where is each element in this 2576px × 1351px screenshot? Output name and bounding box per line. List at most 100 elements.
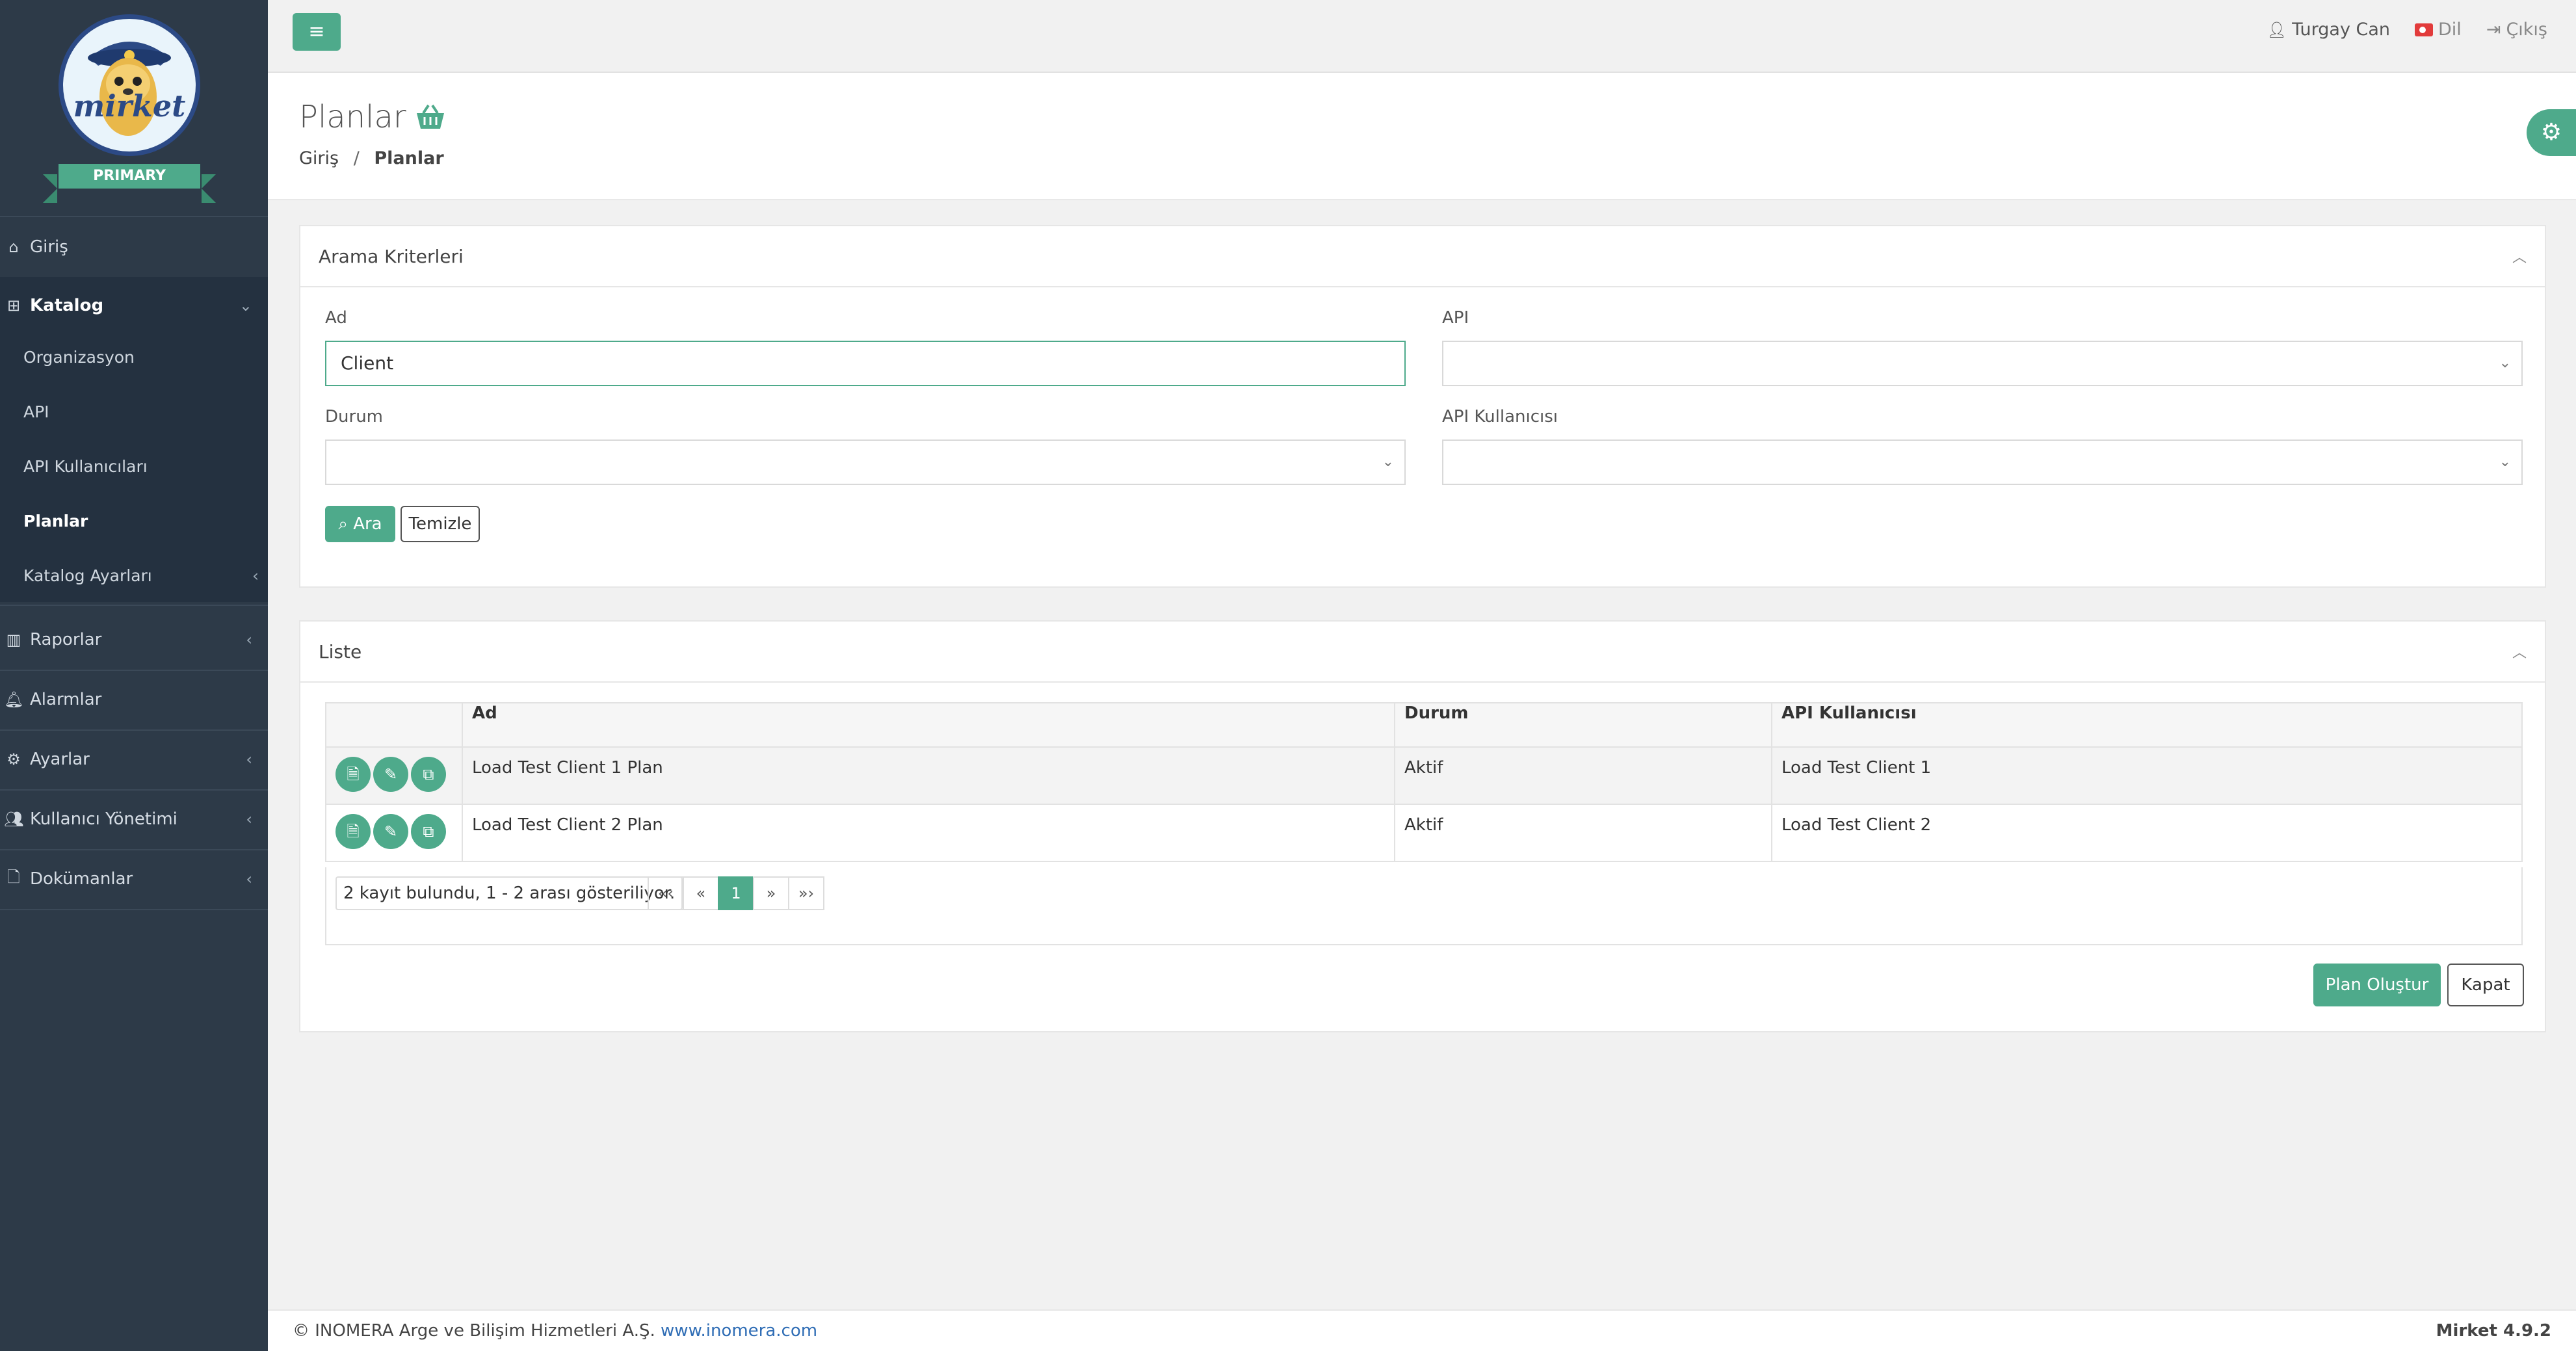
user-icon: 👤︎ — [2267, 20, 2287, 39]
sidebar-divider — [0, 729, 268, 731]
view-button[interactable]: 🗎 — [335, 814, 371, 849]
search-icon: ⌕ — [338, 514, 348, 534]
language-menu[interactable]: Dil — [2415, 20, 2462, 40]
copy-button[interactable]: ⧉ — [411, 814, 446, 849]
footer: © INOMERA Arge ve Bilişim Hizmetleri A.Ş… — [268, 1309, 2576, 1351]
gears-icon: ⚙ — [2540, 119, 2562, 146]
company-link[interactable]: www.inomera.com — [661, 1321, 817, 1341]
pager-last[interactable]: »› — [788, 876, 824, 910]
list-panel: Liste ︿ Ad Durum API Kullanıcısı 🗎 ✎ ⧉ Loa… — [299, 620, 2546, 1032]
sidebar-item-label: Kullanıcı Yönetimi — [30, 809, 177, 829]
mirket-logo[interactable]: mirket — [59, 14, 200, 156]
pagination-row: 2 kayıt bulundu, 1 - 2 arası gösteriliyo… — [325, 867, 2523, 945]
sidebar-item-label: Katalog — [30, 296, 104, 315]
chevron-down-icon: ⌄ — [1382, 454, 1394, 470]
clear-button[interactable]: Temizle — [401, 506, 480, 542]
sidebar-subitem-organizasyon[interactable]: Organizasyon — [23, 338, 135, 377]
api-select[interactable]: ⌄ — [1442, 341, 2523, 386]
footer-copyright: © INOMERA Arge ve Bilişim Hizmetleri A.Ş… — [293, 1321, 817, 1341]
ribbon-tail-left — [43, 174, 57, 203]
sidebar-subitem-katalog-ayarlari[interactable]: Katalog Ayarları ‹ — [23, 557, 259, 596]
sidebar-item-katalog[interactable]: ⊞ Katalog ⌄ — [0, 278, 268, 333]
app-version: Mirket 4.9.2 — [2436, 1321, 2551, 1341]
file-icon: 🗋 — [7, 867, 20, 886]
search-panel-header[interactable]: Arama Kriterleri ︿ — [300, 226, 2545, 287]
sidebar-divider — [0, 849, 268, 850]
sidebar-subitem-planlar[interactable]: Planlar — [23, 502, 88, 541]
api-user-select[interactable]: ⌄ — [1442, 439, 2523, 485]
api-user-label: API Kullanıcısı — [1442, 407, 1558, 426]
column-header-api-user[interactable]: API Kullanıcısı — [1771, 702, 2523, 748]
sidebar-divider — [0, 605, 268, 606]
create-plan-button[interactable]: Plan Oluştur — [2313, 964, 2441, 1006]
hamburger-icon: ≡ — [308, 20, 325, 43]
durum-label: Durum — [325, 407, 383, 426]
sidebar-item-label: Giriş — [30, 237, 68, 257]
breadcrumb-separator: / — [353, 148, 360, 168]
chevron-left-icon: ‹ — [246, 870, 252, 888]
chevron-down-icon: ⌄ — [2499, 355, 2511, 371]
copy-icon: ⧉ — [423, 765, 434, 783]
column-header-ad[interactable]: Ad — [462, 702, 1395, 748]
gears-icon: ⚙ — [7, 750, 21, 768]
copy-button[interactable]: ⧉ — [411, 757, 446, 792]
chevron-down-icon: ⌄ — [2499, 454, 2511, 470]
logout-link[interactable]: ⇥ Çıkış — [2486, 20, 2547, 40]
sidebar: mirket PRIMARY ⌂ Giriş ⊞ Katalog ⌄ Organ… — [0, 0, 268, 1351]
sidebar-item-alarmlar[interactable]: 🔔︎ Alarmlar — [0, 672, 268, 727]
search-button[interactable]: ⌕ Ara — [325, 506, 395, 542]
close-button[interactable]: Kapat — [2447, 964, 2524, 1006]
settings-panel-toggle[interactable]: ⚙ — [2527, 109, 2576, 156]
cell-api-user: Load Test Client 2 — [1771, 804, 2523, 862]
sitemap-icon: ⊞ — [7, 296, 21, 315]
sidebar-subitem-api-kullanicilari[interactable]: API Kullanıcıları — [23, 447, 148, 486]
table-row: 🗎 ✎ ⧉ Load Test Client 2 Plan Aktif Load T… — [325, 804, 2523, 862]
breadcrumb: Giriş / Planlar — [299, 148, 444, 168]
search-criteria-panel: Arama Kriterleri ︿ Ad Client API ⌄ Durum… — [299, 225, 2546, 588]
page-title-text: Planlar — [299, 99, 406, 135]
chevron-up-icon[interactable]: ︿ — [2512, 641, 2527, 662]
basket-icon — [416, 104, 444, 129]
home-icon: ⌂ — [8, 238, 19, 256]
pencil-icon: ✎ — [384, 765, 398, 783]
sidebar-item-raporlar[interactable]: ▥ Raporlar ‹ — [0, 612, 268, 667]
topbar-user-menu: 👤︎ Turgay Can Dil ⇥ Çıkış — [2267, 20, 2547, 40]
menu-toggle-button[interactable]: ≡ — [293, 13, 341, 51]
view-button[interactable]: 🗎 — [335, 757, 371, 792]
edit-button[interactable]: ✎ — [373, 757, 408, 792]
chevron-up-icon[interactable]: ︿ — [2512, 246, 2527, 267]
user-menu[interactable]: 👤︎ Turgay Can — [2267, 20, 2390, 40]
plans-table: Ad Durum API Kullanıcısı 🗎 ✎ ⧉ Load Test C… — [325, 702, 2523, 862]
page-title: Planlar — [299, 99, 447, 135]
pager-prev[interactable]: « — [683, 876, 719, 910]
sidebar-item-label: Raporlar — [30, 630, 102, 649]
file-icon: 🗎 — [347, 822, 360, 841]
logo-text: mirket — [73, 88, 186, 124]
list-panel-header[interactable]: Liste ︿ — [300, 622, 2545, 683]
breadcrumb-home-link[interactable]: Giriş — [299, 148, 339, 168]
ad-label: Ad — [325, 308, 347, 328]
chevron-left-icon: ‹ — [252, 566, 259, 585]
edit-button[interactable]: ✎ — [373, 814, 408, 849]
pager-next[interactable]: » — [753, 876, 789, 910]
sidebar-item-dokumanlar[interactable]: 🗋 Dokümanlar ‹ — [0, 852, 268, 906]
sidebar-divider — [0, 789, 268, 791]
pager-first[interactable]: «‹ — [648, 876, 684, 910]
sidebar-divider — [0, 909, 268, 910]
search-panel-title: Arama Kriterleri — [319, 245, 464, 267]
sidebar-subitem-api[interactable]: API — [23, 393, 49, 432]
sidebar-item-label: Alarmlar — [30, 690, 102, 709]
sidebar-item-giris[interactable]: ⌂ Giriş — [0, 220, 268, 274]
chevron-left-icon: ‹ — [246, 810, 252, 828]
sidebar-item-kullanici-yonetimi[interactable]: 👥︎ Kullanıcı Yönetimi ‹ — [0, 792, 268, 846]
search-button-label: Ara — [353, 514, 382, 534]
sidebar-item-label: Ayarlar — [30, 750, 90, 769]
ad-input[interactable]: Client — [325, 341, 1406, 386]
table-row: 🗎 ✎ ⧉ Load Test Client 1 Plan Aktif Load T… — [325, 746, 2523, 805]
pager-page-1[interactable]: 1 — [718, 876, 754, 910]
column-header-durum[interactable]: Durum — [1394, 702, 1772, 748]
record-count-info: 2 kayıt bulundu, 1 - 2 arası gösteriliyo… — [335, 876, 683, 910]
sidebar-item-ayarlar[interactable]: ⚙ Ayarlar ‹ — [0, 732, 268, 787]
chevron-left-icon: ‹ — [246, 750, 252, 768]
durum-select[interactable]: ⌄ — [325, 439, 1406, 485]
